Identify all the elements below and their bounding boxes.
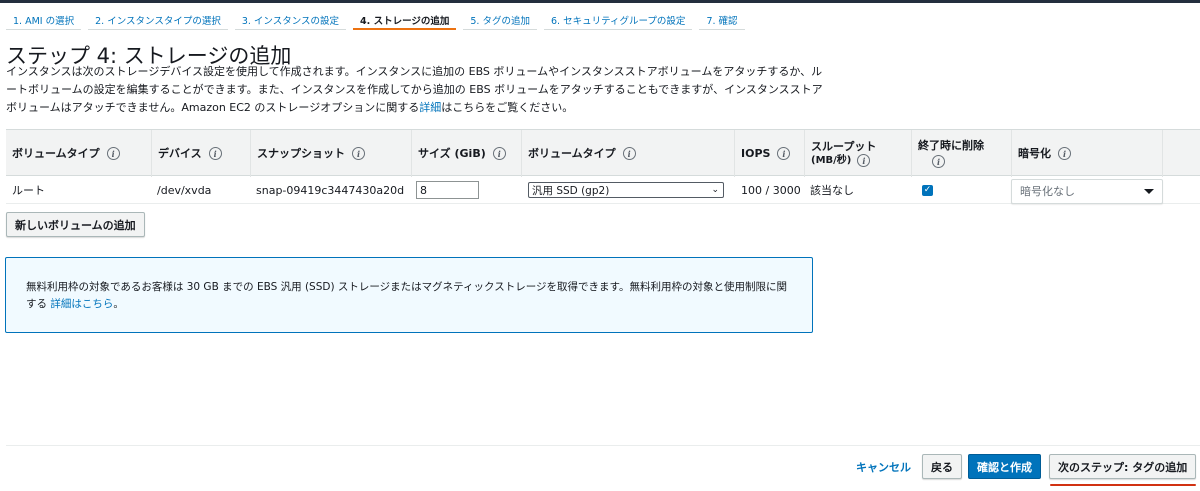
notice-end: 。 xyxy=(113,298,124,310)
cell-device: /dev/xvda xyxy=(157,183,212,197)
step-ami[interactable]: 1. AMI の選択 xyxy=(6,10,82,30)
size-input[interactable] xyxy=(416,181,479,199)
info-icon[interactable]: i xyxy=(622,147,636,160)
header-snapshot-label: スナップショット xyxy=(257,146,345,160)
header-delete-label: 終了時に削除 xyxy=(918,139,984,152)
step-instance-type[interactable]: 2. インスタンスタイプの選択 xyxy=(88,10,228,30)
info-icon[interactable]: i xyxy=(352,147,365,160)
chevron-down-icon: ⌄ xyxy=(711,185,719,195)
review-and-launch-button[interactable]: 確認と作成 xyxy=(968,454,1041,479)
header-encryption-label: 暗号化 xyxy=(1018,146,1051,160)
wizard-steps: 1. AMI の選択 2. インスタンスタイプの選択 3. インスタンスの設定 … xyxy=(6,10,752,30)
header-iops-label: IOPS xyxy=(741,146,771,160)
cell-volume-kind: 汎用 SSD (gp2) ⌄ xyxy=(522,176,724,204)
cell-snapshot: snap-09419c3447430a20d xyxy=(256,183,405,197)
info-icon[interactable]: i xyxy=(1058,147,1071,160)
top-bar xyxy=(0,0,1200,3)
header-iops: IOPS i xyxy=(734,130,804,177)
table-row: ルート /dev/xvda snap-09419c3447430a20d 汎用 … xyxy=(6,176,1200,204)
step-instance-config[interactable]: 3. インスタンスの設定 xyxy=(234,10,347,30)
cell-iops: 100 / 3000 xyxy=(741,183,801,197)
description-link[interactable]: 詳細 xyxy=(419,101,441,114)
header-throughput-unit: (MB/秒) xyxy=(811,154,852,166)
info-icon[interactable]: i xyxy=(857,154,871,167)
notice-link[interactable]: 詳細はこちら xyxy=(50,298,113,310)
next-add-tags-button[interactable]: 次のステップ: タグの追加 xyxy=(1049,454,1197,479)
step-tags[interactable]: 5. タグの追加 xyxy=(463,10,537,30)
description-text: インスタンスは次のストレージデバイス設定を使用して作成されます。インスタンスに追… xyxy=(6,65,823,114)
delete-on-termination-checkbox[interactable]: ✓ xyxy=(922,184,933,196)
info-icon[interactable]: i xyxy=(106,147,120,160)
volume-type-select-value: 汎用 SSD (gp2) xyxy=(532,184,610,197)
header-snapshot: スナップショット i xyxy=(250,130,411,177)
header-throughput-unit-row: (MB/秒) i xyxy=(811,154,871,168)
header-volume-type-label: ボリュームタイプ xyxy=(12,146,100,160)
header-volume-kind: ボリュームタイプ i xyxy=(521,130,734,177)
encryption-select[interactable]: 暗号化なし xyxy=(1011,178,1163,204)
cell-volume-type: ルート xyxy=(12,184,45,197)
cell-size xyxy=(410,176,479,204)
header-encryption: 暗号化 i xyxy=(1011,130,1163,177)
info-icon[interactable]: i xyxy=(932,155,945,168)
cancel-button[interactable]: キャンセル xyxy=(848,454,919,479)
header-size: サイズ (GiB) i xyxy=(411,130,521,177)
caret-down-icon xyxy=(1144,188,1154,194)
page-description: インスタンスは次のストレージデバイス設定を使用して作成されます。インスタンスに追… xyxy=(6,63,826,117)
volume-type-select[interactable]: 汎用 SSD (gp2) ⌄ xyxy=(528,182,724,198)
info-icon[interactable]: i xyxy=(492,147,506,160)
header-volume-kind-label: ボリュームタイプ xyxy=(528,146,616,160)
header-size-label: サイズ (GiB) xyxy=(418,146,486,160)
cell-throughput: 該当なし xyxy=(810,184,854,197)
header-device-label: デバイス xyxy=(158,146,202,160)
header-volume-type: ボリュームタイプ i xyxy=(6,130,151,177)
step-storage[interactable]: 4. ストレージの追加 xyxy=(353,10,457,30)
description-end: はこちらをご覧ください。 xyxy=(441,101,574,114)
encryption-select-value: 暗号化なし xyxy=(1020,185,1075,198)
step-review[interactable]: 7. 確認 xyxy=(699,10,745,30)
free-tier-notice: 無料利用枠の対象であるお客様は 30 GB までの EBS 汎用 (SSD) ス… xyxy=(5,257,813,333)
header-throughput: スループット (MB/秒) i xyxy=(804,130,911,177)
table-header: ボリュームタイプ i デバイス i スナップショット i サイズ (GiB) i ボリュ… xyxy=(6,129,1200,177)
info-icon[interactable]: i xyxy=(777,147,791,160)
header-delete-on-termination: 終了時に削除 i xyxy=(911,130,1011,177)
back-button[interactable]: 戻る xyxy=(922,454,962,479)
cell-encryption: 暗号化なし xyxy=(1005,177,1163,205)
header-device: デバイス i xyxy=(151,130,250,177)
header-throughput-label: スループット xyxy=(811,139,877,153)
notice-text: 無料利用枠の対象であるお客様は 30 GB までの EBS 汎用 (SSD) ス… xyxy=(26,281,787,310)
info-icon[interactable]: i xyxy=(208,147,222,160)
cell-delete-on-termination: ✓ xyxy=(911,176,933,204)
add-volume-button[interactable]: 新しいボリュームの追加 xyxy=(6,212,145,237)
highlight-underline xyxy=(1050,484,1196,486)
footer-divider xyxy=(6,445,1200,446)
storage-table: ボリュームタイプ i デバイス i スナップショット i サイズ (GiB) i ボリュ… xyxy=(6,129,1200,204)
step-security-group[interactable]: 6. セキュリティグループの設定 xyxy=(543,10,693,30)
